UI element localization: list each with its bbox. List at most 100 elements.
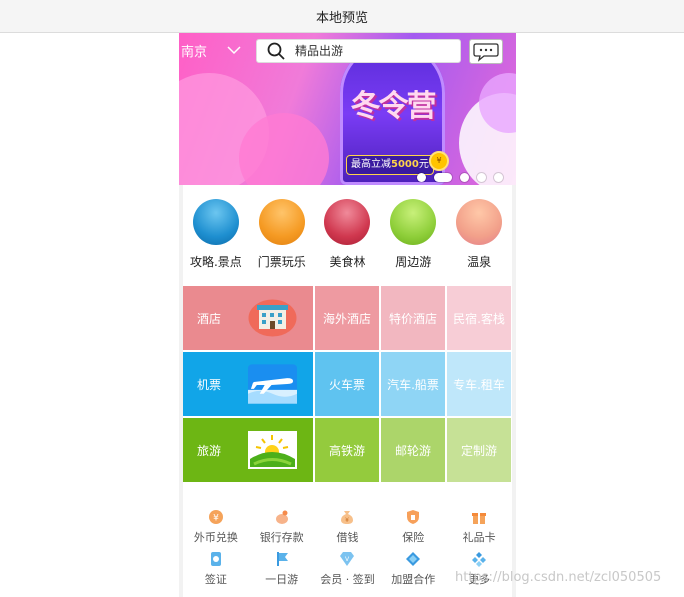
category-label: 门票玩乐 xyxy=(257,255,306,269)
main-card: 攻略.景点 门票玩乐 美食林 周边游 温泉 酒店 海外酒店 特价酒店 民宿.客栈 xyxy=(183,185,512,597)
coin-icon: ¥ xyxy=(429,151,449,171)
watermark: https://blog.csdn.net/zcl050505 xyxy=(455,570,662,585)
grid-label: 民宿.客栈 xyxy=(453,311,505,326)
service-label: 借钱 xyxy=(336,531,359,544)
grid-label: 高铁游 xyxy=(328,443,365,458)
grid-label: 汽车.船票 xyxy=(387,377,439,392)
category-tickets[interactable]: 门票玩乐 xyxy=(249,199,315,283)
carousel-dot[interactable] xyxy=(494,173,503,182)
category-food[interactable]: 美食林 xyxy=(315,199,381,283)
hotel-icon xyxy=(248,299,297,337)
grid-main-label: 机票 xyxy=(197,377,222,392)
grid-main-label: 酒店 xyxy=(197,311,222,326)
chevron-down-icon[interactable] xyxy=(227,43,241,57)
svg-text:¥: ¥ xyxy=(346,517,350,524)
flight-button[interactable]: 机票 xyxy=(183,352,313,416)
flag-icon xyxy=(274,551,290,567)
message-button[interactable] xyxy=(469,39,503,64)
diamond-icon xyxy=(405,551,421,567)
city-selector[interactable]: 南京 xyxy=(181,41,207,60)
rail-tour-button[interactable]: 高铁游 xyxy=(315,418,379,482)
food-icon xyxy=(324,199,371,245)
piggy-bank-icon xyxy=(274,509,290,525)
money-bag-icon: ¥ xyxy=(339,509,355,525)
hotspring-icon xyxy=(456,199,503,245)
currency-icon: ¥ xyxy=(208,509,224,525)
banner-tag-prefix: 最高立减 xyxy=(351,159,391,170)
category-hotspring[interactable]: 温泉 xyxy=(446,199,512,283)
banner-tag-unit: 元 xyxy=(418,159,429,170)
currency-exchange-item[interactable]: ¥ 外币兑换 xyxy=(183,505,249,547)
service-label: 外币兑换 xyxy=(193,531,238,544)
more-icon xyxy=(471,551,487,567)
day-trip-item[interactable]: 一日游 xyxy=(249,547,315,589)
visa-icon xyxy=(208,551,224,567)
svg-text:¥: ¥ xyxy=(213,514,219,524)
car-rental-button[interactable]: 专车.租车 xyxy=(447,352,511,416)
chat-bubble-icon xyxy=(473,42,499,62)
service-grid: 酒店 海外酒店 特价酒店 民宿.客栈 机票 火车票 汽车.船票 专车.租车 旅游… xyxy=(183,286,512,484)
grid-row-hotel: 酒店 海外酒店 特价酒店 民宿.客栈 xyxy=(183,286,512,350)
grid-row-travel: 旅游 高铁游 邮轮游 定制游 xyxy=(183,418,512,482)
insurance-item[interactable]: 保险 xyxy=(380,505,446,547)
ticket-icon xyxy=(258,199,305,245)
homestay-button[interactable]: 民宿.客栈 xyxy=(447,286,511,350)
franchise-item[interactable]: 加盟合作 xyxy=(380,547,446,589)
category-nearby[interactable]: 周边游 xyxy=(380,199,446,283)
top-bar: 南京 xyxy=(179,33,516,69)
category-guide[interactable]: 攻略.景点 xyxy=(183,199,249,283)
services-row-1: ¥ 外币兑换 银行存款 ¥ 借钱 保险 礼品卡 xyxy=(183,505,512,547)
grid-main-label: 旅游 xyxy=(197,443,222,458)
banner-tag-amount: 5000 xyxy=(391,159,419,170)
bank-deposit-item[interactable]: 银行存款 xyxy=(249,505,315,547)
search-icon xyxy=(267,42,285,60)
category-row: 攻略.景点 门票玩乐 美食林 周边游 温泉 xyxy=(183,199,512,283)
search-input[interactable] xyxy=(295,44,445,58)
grid-label: 邮轮游 xyxy=(394,443,431,458)
guide-icon xyxy=(192,199,239,245)
borrow-money-item[interactable]: ¥ 借钱 xyxy=(315,505,381,547)
banner-discount-tag: 最高立减5000元 xyxy=(346,155,434,175)
insurance-icon xyxy=(405,509,421,525)
category-label: 美食林 xyxy=(329,255,366,269)
service-label: 礼品卡 xyxy=(462,531,496,544)
promo-banner[interactable]: 冬令营 最高立减5000元 ¥ 南京 xyxy=(179,33,516,185)
window-title: 本地预览 xyxy=(315,10,368,26)
carousel-dot[interactable] xyxy=(477,173,486,182)
service-label: 签证 xyxy=(204,573,227,586)
service-label: 保险 xyxy=(402,531,425,544)
cruise-tour-button[interactable]: 邮轮游 xyxy=(381,418,445,482)
vip-icon: V xyxy=(339,551,355,567)
gift-icon xyxy=(471,509,487,525)
carousel-indicators[interactable] xyxy=(417,173,503,182)
service-label: 银行存款 xyxy=(259,531,304,544)
grid-label: 专车.租车 xyxy=(453,377,505,392)
discount-hotel-button[interactable]: 特价酒店 xyxy=(381,286,445,350)
mobile-page: 冬令营 最高立减5000元 ¥ 南京 攻略.景点 门票玩乐 美食 xyxy=(179,33,516,597)
carousel-dot[interactable] xyxy=(417,173,426,182)
grid-label: 定制游 xyxy=(460,443,497,458)
category-label: 温泉 xyxy=(467,255,492,269)
airplane-icon xyxy=(248,364,297,404)
overseas-hotel-button[interactable]: 海外酒店 xyxy=(315,286,379,350)
carousel-dot-active[interactable] xyxy=(434,173,452,182)
hotel-button[interactable]: 酒店 xyxy=(183,286,313,350)
search-box[interactable] xyxy=(256,39,461,63)
travel-button[interactable]: 旅游 xyxy=(183,418,313,482)
member-checkin-item[interactable]: V 会员 · 签到 xyxy=(315,547,381,589)
bus-ferry-button[interactable]: 汽车.船票 xyxy=(381,352,445,416)
visa-item[interactable]: 签证 xyxy=(183,547,249,589)
gift-card-item[interactable]: 礼品卡 xyxy=(446,505,512,547)
window-title-bar: 本地预览 xyxy=(0,0,684,33)
service-label: 加盟合作 xyxy=(391,573,436,586)
train-ticket-button[interactable]: 火车票 xyxy=(315,352,379,416)
carousel-dot[interactable] xyxy=(460,173,469,182)
banner-title: 冬令营 xyxy=(350,89,437,124)
sunrise-icon xyxy=(248,431,297,469)
custom-tour-button[interactable]: 定制游 xyxy=(447,418,511,482)
grid-label: 海外酒店 xyxy=(322,311,371,326)
category-label: 攻略.景点 xyxy=(189,255,242,269)
service-label: 一日游 xyxy=(265,573,299,586)
grid-label: 特价酒店 xyxy=(388,311,437,326)
service-label: 会员 · 签到 xyxy=(320,573,375,586)
